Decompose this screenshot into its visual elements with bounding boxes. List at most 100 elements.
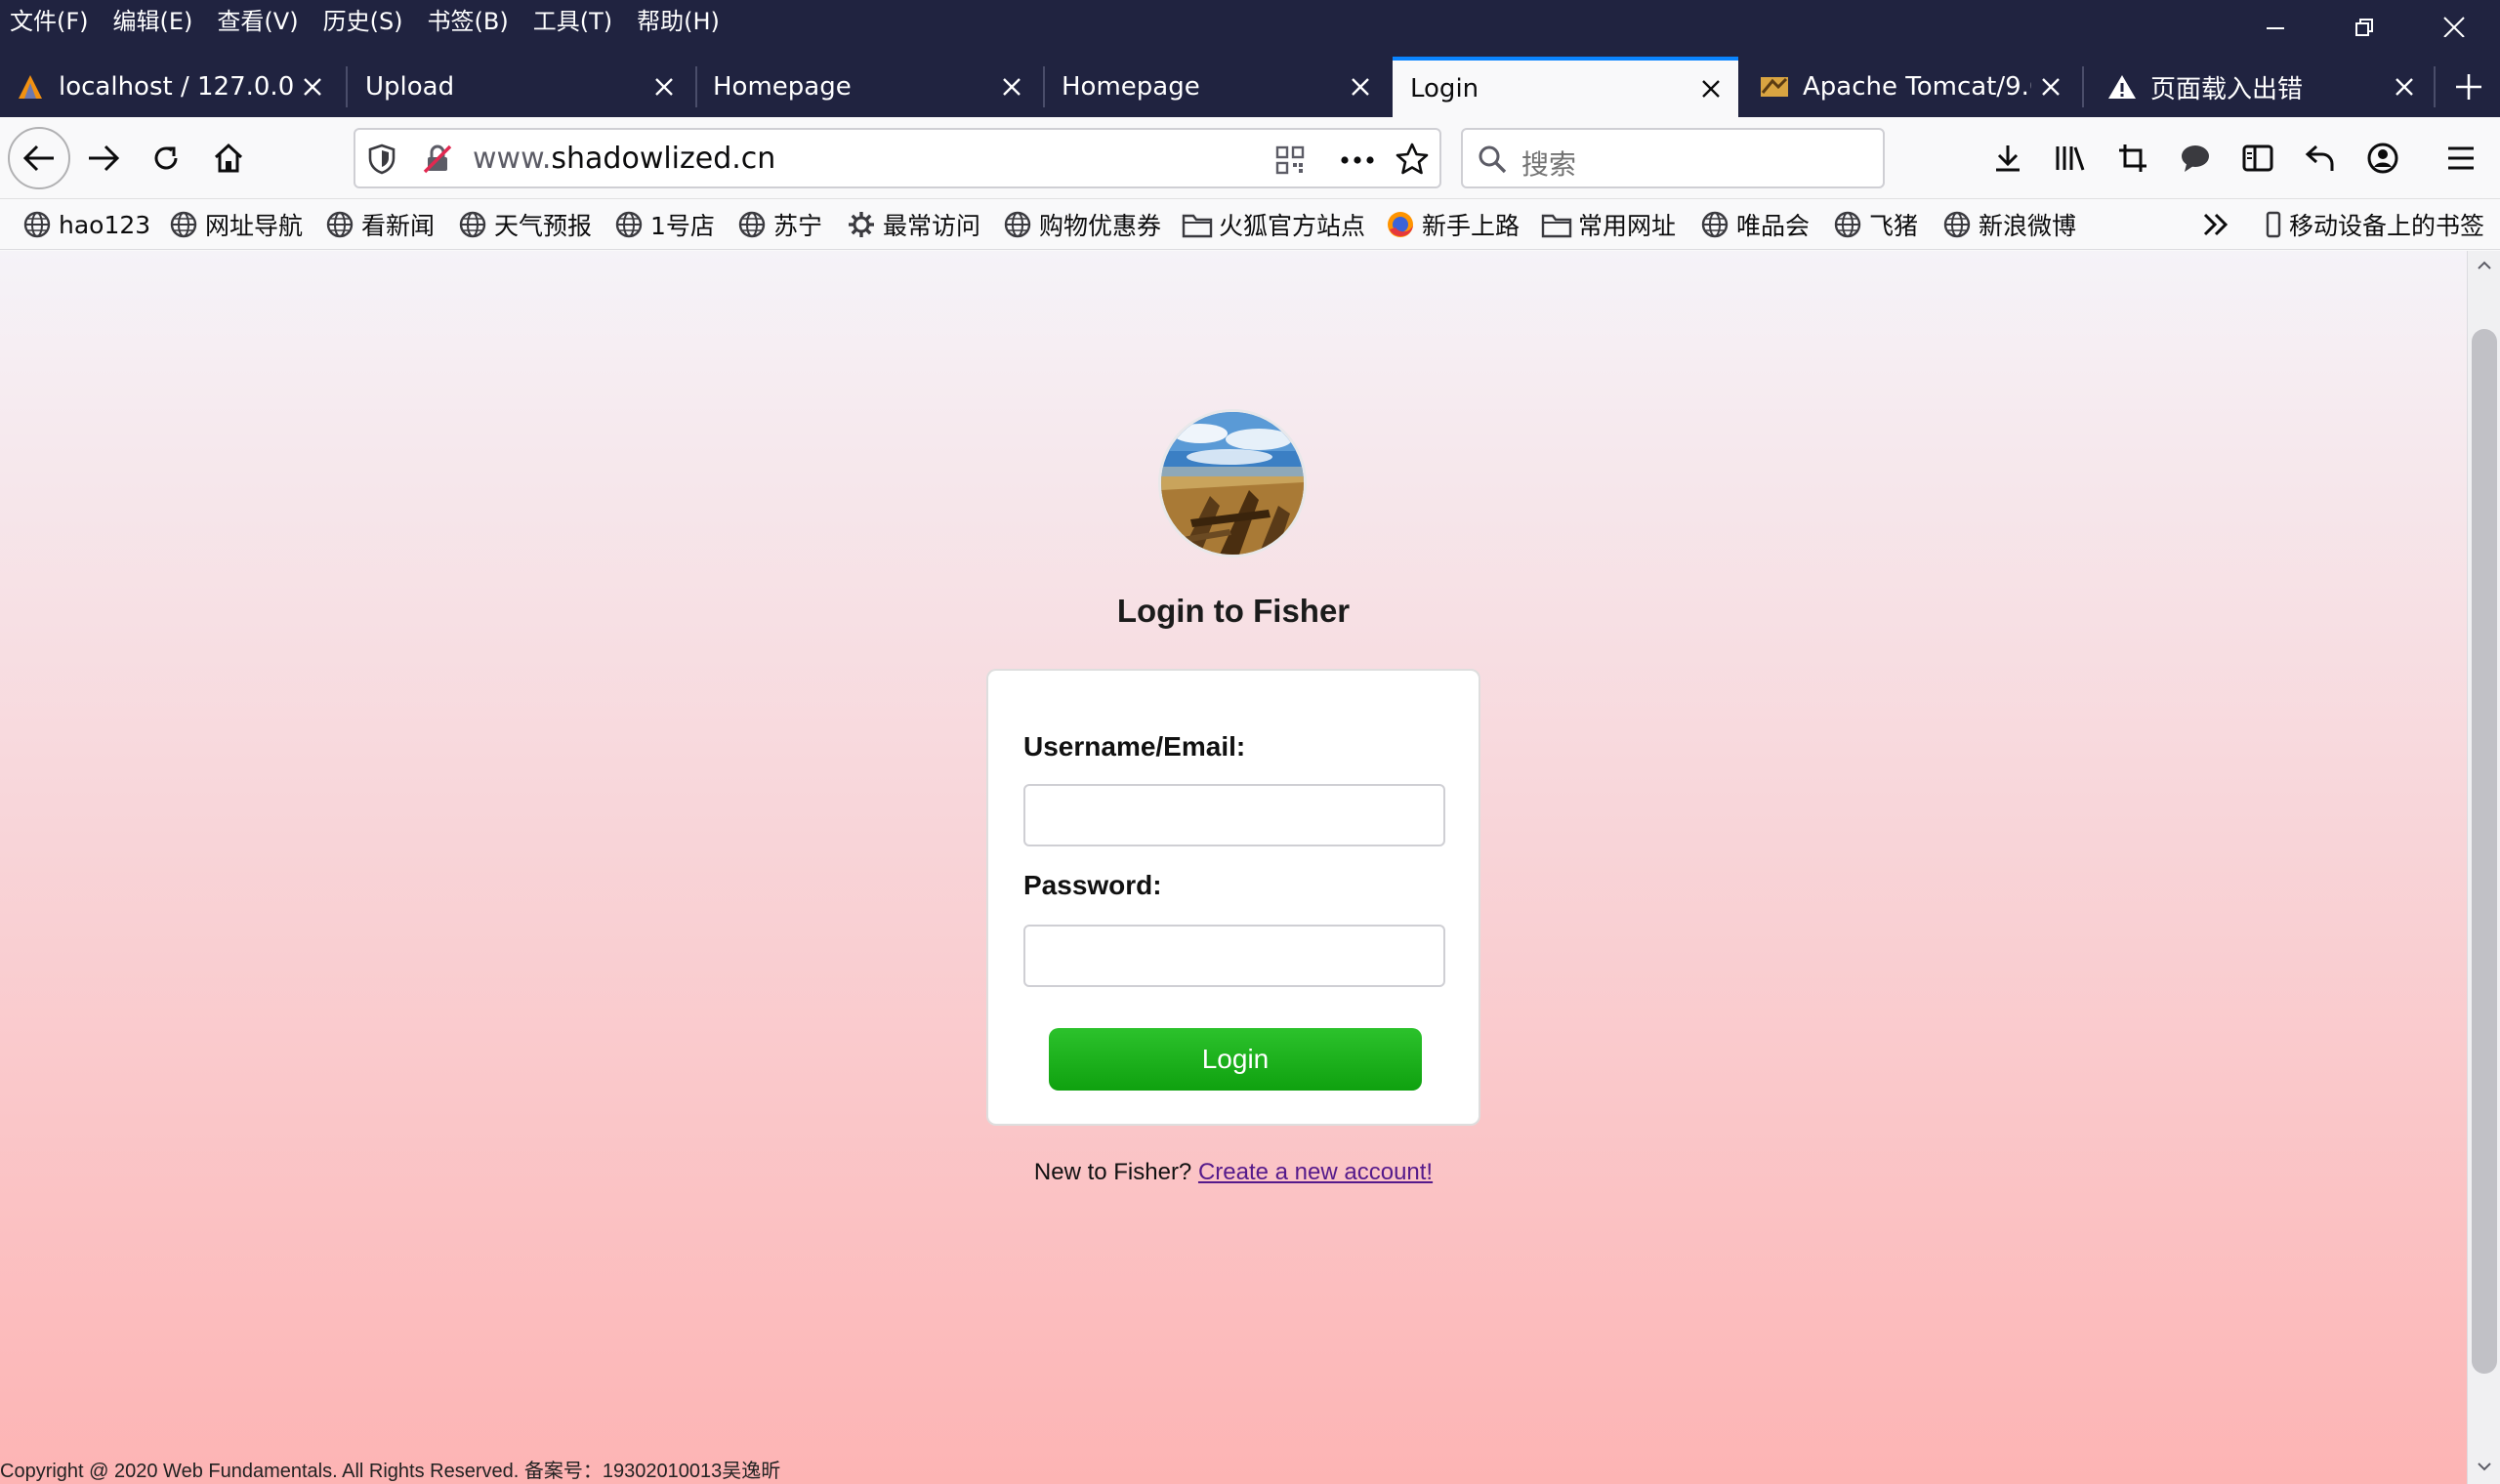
tab-error[interactable]: 页面载入出错: [2105, 57, 2424, 117]
tab-close-button[interactable]: [2385, 67, 2424, 106]
menu-history[interactable]: 历史(S): [323, 2, 403, 36]
footer-copyright: Copyright @ 2020 Web Fundamentals. All R…: [0, 1461, 781, 1482]
tracking-protection-shield-icon[interactable]: [367, 144, 396, 175]
bookmark-firefox-official[interactable]: 火狐官方站点: [1182, 207, 1365, 242]
chevron-up-icon[interactable]: [2477, 261, 2492, 270]
double-chevron-right-icon: [2203, 213, 2229, 236]
login-button[interactable]: Login: [1049, 1028, 1422, 1091]
bookmark-weather[interactable]: 天气预报: [457, 207, 592, 242]
account-button[interactable]: [2361, 137, 2404, 180]
password-label: Password:: [1023, 870, 1162, 900]
tab-upload[interactable]: Upload: [365, 57, 684, 117]
app-menu-button[interactable]: [2439, 137, 2482, 180]
warning-icon: [2105, 70, 2139, 103]
tab-homepage-1[interactable]: Homepage: [713, 57, 1031, 117]
page-actions-ellipsis-icon[interactable]: [1340, 155, 1375, 165]
home-button[interactable]: [207, 137, 250, 180]
undo-arrow-icon: [2305, 144, 2334, 171]
username-label: Username/Email:: [1023, 731, 1246, 762]
sidebar-button[interactable]: [2236, 137, 2279, 180]
bookmark-yhd[interactable]: 1号店: [613, 207, 715, 242]
bookmark-star-icon[interactable]: [1395, 142, 1430, 177]
back-button[interactable]: [8, 127, 70, 189]
sidebar-icon: [2242, 144, 2273, 172]
url-domain: shadowlized.cn: [551, 142, 776, 176]
downloads-button[interactable]: [1986, 137, 2029, 180]
tab-tomcat[interactable]: Apache Tomcat/9.0.8: [1758, 57, 2070, 117]
tab-close-button[interactable]: [992, 67, 1031, 106]
screenshot-button[interactable]: [2111, 137, 2154, 180]
reload-button[interactable]: [145, 137, 188, 180]
username-input[interactable]: [1023, 784, 1445, 846]
close-icon: [1352, 78, 1369, 96]
tab-homepage-2[interactable]: Homepage: [1062, 57, 1380, 117]
bookmark-weibo[interactable]: 新浪微博: [1941, 207, 2076, 242]
bookmark-suning[interactable]: 苏宁: [736, 207, 822, 242]
forward-button[interactable]: [82, 137, 125, 180]
scrollbar-thumb[interactable]: [2472, 329, 2497, 1374]
bookmark-common-sites[interactable]: 常用网址: [1541, 207, 1676, 242]
tab-title: localhost / 127.0.0.1: [59, 72, 293, 102]
tab-close-button[interactable]: [1691, 69, 1730, 108]
tab-separator: [346, 66, 348, 107]
insecure-connection-icon[interactable]: [422, 144, 453, 175]
bookmark-most-visited[interactable]: 最常访问: [846, 207, 980, 242]
qr-code-icon[interactable]: [1275, 145, 1305, 175]
close-icon: [1003, 78, 1021, 96]
globe-icon: [457, 209, 488, 240]
firefox-icon: [1385, 209, 1416, 240]
bookmark-url-nav[interactable]: 网址导航: [168, 207, 303, 242]
bookmark-vip[interactable]: 唯品会: [1699, 207, 1810, 242]
tab-close-button[interactable]: [1341, 67, 1380, 106]
undo-close-button[interactable]: [2299, 137, 2342, 180]
bookmark-getting-started[interactable]: 新手上路: [1385, 207, 1520, 242]
menu-tools[interactable]: 工具(T): [533, 2, 612, 36]
mobile-bookmarks[interactable]: 移动设备上的书签: [2264, 207, 2484, 242]
bookmarks-bar: hao123 网址导航 看新闻 天气预报 1号店 苏宁 最常访问 购物优惠券 火…: [0, 199, 2500, 250]
bookmarks-overflow-button[interactable]: [2201, 207, 2230, 242]
library-button[interactable]: [2049, 137, 2092, 180]
chevron-down-icon[interactable]: [2477, 1462, 2492, 1471]
back-arrow-icon: [22, 144, 54, 172]
globe-icon: [1699, 209, 1730, 240]
bookmark-label: hao123: [59, 210, 151, 239]
bookmark-label: 新手上路: [1422, 212, 1521, 240]
menu-bookmarks[interactable]: 书签(B): [428, 2, 509, 36]
bookmark-label: 移动设备上的书签: [2289, 212, 2485, 240]
folder-icon: [1541, 209, 1572, 240]
tab-localhost[interactable]: localhost / 127.0.0.1: [14, 57, 332, 117]
create-account-link[interactable]: Create a new account!: [1198, 1159, 1433, 1185]
bookmark-coupons[interactable]: 购物优惠券: [1002, 207, 1161, 242]
chat-button[interactable]: [2174, 137, 2217, 180]
password-input[interactable]: [1023, 925, 1445, 987]
tab-close-button[interactable]: [2031, 67, 2070, 106]
new-tab-button[interactable]: [2441, 57, 2496, 117]
bookmark-label: 1号店: [650, 212, 715, 240]
bookmark-news[interactable]: 看新闻: [324, 207, 435, 242]
tab-title: Login: [1410, 74, 1479, 103]
tab-close-button[interactable]: [293, 67, 332, 106]
menu-help[interactable]: 帮助(H): [637, 2, 720, 36]
tab-title: Upload: [365, 72, 455, 102]
hamburger-menu-icon: [2448, 146, 2474, 170]
forward-arrow-icon: [89, 144, 120, 172]
menu-view[interactable]: 查看(V): [217, 2, 298, 36]
page-scrollbar[interactable]: [2467, 251, 2500, 1484]
url-prefix: www.: [473, 142, 552, 176]
bookmark-label: 唯品会: [1736, 212, 1811, 240]
menu-file[interactable]: 文件(F): [10, 2, 89, 36]
globe-icon: [736, 209, 768, 240]
bookmark-hao123[interactable]: hao123: [21, 207, 150, 242]
menu-edit[interactable]: 编辑(E): [113, 2, 193, 36]
chat-bubble-icon: [2182, 145, 2209, 172]
url-text[interactable]: www.shadowlized.cn: [473, 142, 775, 176]
tab-close-button[interactable]: [645, 67, 684, 106]
tab-login[interactable]: Login: [1393, 57, 1738, 117]
globe-icon: [1941, 209, 1973, 240]
phpmyadmin-icon: [14, 70, 47, 103]
mobile-device-icon: [2264, 209, 2283, 240]
address-bar[interactable]: www.shadowlized.cn: [354, 128, 1441, 188]
bookmark-label: 购物优惠券: [1039, 212, 1162, 240]
bookmark-fliggy[interactable]: 飞猪: [1832, 207, 1918, 242]
search-bar[interactable]: 搜索: [1461, 128, 1885, 188]
